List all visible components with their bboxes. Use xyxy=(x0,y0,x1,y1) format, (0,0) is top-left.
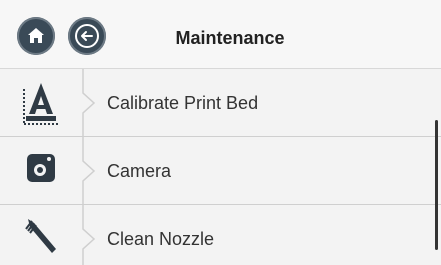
header-bar: Maintenance xyxy=(0,0,441,69)
scrollbar[interactable] xyxy=(435,120,438,250)
home-button[interactable] xyxy=(17,17,55,55)
camera-icon xyxy=(0,137,82,204)
list-item-label: Clean Nozzle xyxy=(107,229,215,249)
home-icon xyxy=(28,28,44,43)
chevron-right-icon xyxy=(82,69,96,136)
back-arrow-icon xyxy=(75,24,99,48)
maintenance-screen: Maintenance Calibrate Print Bed Camera C… xyxy=(0,0,441,265)
page-title: Maintenance xyxy=(175,28,285,48)
list-item-calibrate-print-bed[interactable]: Calibrate Print Bed xyxy=(0,69,441,137)
back-button[interactable] xyxy=(68,17,106,55)
list-item-label: Camera xyxy=(107,161,172,181)
chevron-right-icon xyxy=(82,137,96,204)
chevron-right-icon xyxy=(82,205,96,265)
list-item-clean-nozzle[interactable]: Clean Nozzle xyxy=(0,205,441,265)
calibrate-bed-icon xyxy=(0,69,82,136)
list-item-camera[interactable]: Camera xyxy=(0,137,441,205)
list-item-label: Calibrate Print Bed xyxy=(107,93,259,113)
clean-nozzle-icon xyxy=(0,205,82,265)
